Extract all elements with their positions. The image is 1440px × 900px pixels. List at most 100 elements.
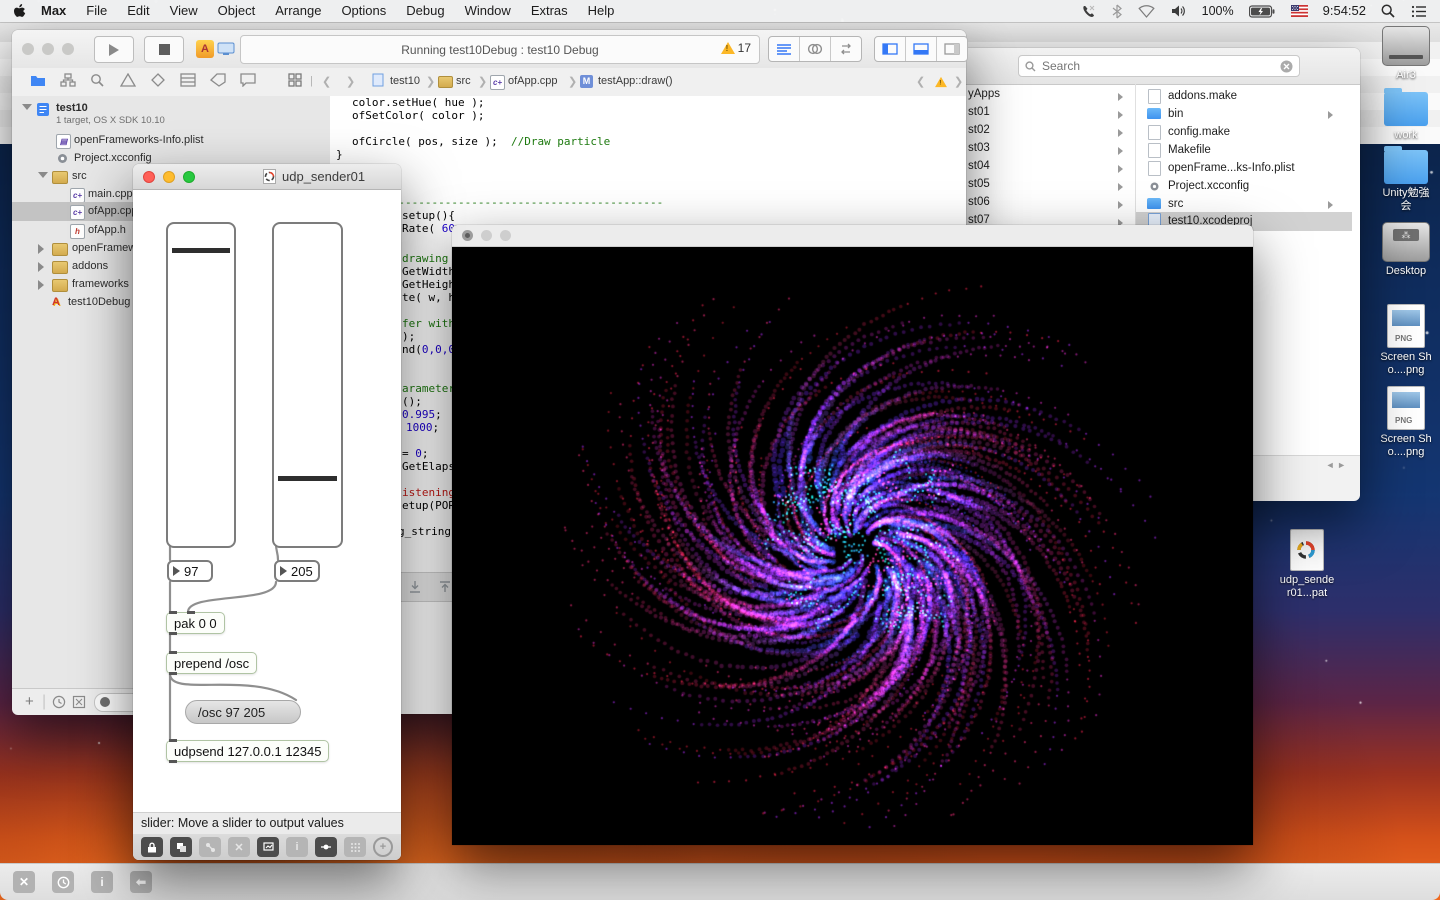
slider-1-knob[interactable] — [172, 248, 230, 253]
menu-options[interactable]: Options — [331, 0, 396, 22]
finder-file-row[interactable]: config.make — [1140, 124, 1352, 142]
inspector-button[interactable]: i — [91, 871, 113, 893]
navigator-project-row[interactable]: test10 1 target, OS X SDK 10.10 — [12, 100, 330, 130]
apple-menu[interactable] — [8, 0, 31, 22]
report-navigator-icon[interactable] — [180, 73, 196, 87]
search-input[interactable] — [1040, 58, 1276, 74]
run-button[interactable] — [94, 36, 134, 63]
view-segmented[interactable] — [874, 36, 968, 62]
jumpbar-symbol[interactable]: testApp::draw() — [598, 75, 673, 87]
minimize-button[interactable] — [42, 43, 54, 55]
close-button[interactable] — [22, 43, 34, 55]
finder-file-row[interactable]: bin — [1140, 106, 1352, 124]
desktop-icon-desktop[interactable]: ⁂ Desktop — [1374, 222, 1438, 278]
finder-column1-row[interactable]: st03 — [968, 142, 1128, 160]
utilities-pane-button[interactable] — [937, 37, 967, 61]
next-issue-button[interactable]: ❯ — [954, 75, 963, 88]
scm-status-icon[interactable] — [72, 695, 86, 709]
connections-icon[interactable] — [315, 837, 337, 857]
zoom-button[interactable] — [62, 43, 74, 55]
menu-arrange[interactable]: Arrange — [265, 0, 331, 22]
project-navigator-icon[interactable] — [30, 73, 46, 87]
disclosure-open-icon[interactable] — [22, 104, 32, 110]
menu-help[interactable]: Help — [578, 0, 625, 22]
slider-1[interactable] — [166, 222, 236, 548]
menu-object[interactable]: Object — [208, 0, 266, 22]
disclosure-closed-icon[interactable] — [38, 244, 44, 254]
minimize-button[interactable] — [163, 171, 175, 183]
navigator-row[interactable]: ▤openFrameworks-Info.plist — [12, 132, 330, 150]
finder-column1-row[interactable]: st02 — [968, 124, 1128, 142]
disclosure-open-icon[interactable] — [38, 172, 48, 178]
recent-files-icon[interactable] — [52, 695, 66, 709]
spotlight-icon[interactable] — [1376, 0, 1400, 22]
scheme-selector[interactable]: A — [196, 36, 236, 61]
add-icon[interactable]: + — [373, 837, 393, 857]
patchcords-icon[interactable] — [199, 837, 221, 857]
clear-search-icon[interactable] — [1280, 60, 1293, 73]
minimize-button[interactable] — [481, 230, 492, 241]
standard-editor-button[interactable] — [769, 37, 800, 61]
history-button[interactable] — [52, 871, 74, 893]
editor-mode-segmented[interactable] — [768, 36, 862, 62]
prepend-object[interactable]: prepend /osc — [166, 652, 257, 674]
menu-view[interactable]: View — [160, 0, 208, 22]
back-button[interactable]: ❮ — [322, 75, 331, 88]
desktop-icon-work[interactable]: work — [1374, 92, 1438, 142]
slider-2[interactable] — [272, 222, 343, 548]
finder-column1-row[interactable]: st06 — [968, 196, 1128, 214]
symbol-navigator-icon[interactable] — [60, 73, 76, 87]
assistant-editor-button[interactable] — [800, 37, 831, 61]
debug-pane-button[interactable] — [906, 37, 937, 61]
find-navigator-icon[interactable] — [90, 73, 105, 87]
related-items-icon[interactable] — [288, 73, 302, 87]
previous-issue-button[interactable]: ❮ — [916, 75, 925, 88]
notification-center-icon[interactable] — [1406, 0, 1432, 22]
battery-icon[interactable] — [1244, 0, 1280, 22]
input-source-flag-icon[interactable] — [1286, 0, 1313, 22]
finder-column1-row[interactable]: yApps — [968, 88, 1128, 106]
wifi-icon[interactable] — [1133, 0, 1160, 22]
finder-file-row[interactable]: Makefile — [1140, 142, 1352, 160]
inspector-icon[interactable]: i — [286, 837, 308, 857]
jumpbar-file[interactable]: ofApp.cpp — [508, 75, 558, 87]
breakpoint-navigator-icon[interactable] — [150, 73, 166, 87]
menu-clock[interactable]: 9:54:52 — [1319, 0, 1370, 22]
finder-column1-row[interactable]: st04 — [968, 160, 1128, 178]
add-button[interactable]: + — [25, 693, 34, 710]
of-window-titlebar[interactable] — [452, 225, 1253, 247]
volume-icon[interactable] — [1166, 0, 1192, 22]
number-box-1[interactable]: 97 — [167, 560, 213, 582]
tag-icon[interactable] — [210, 73, 226, 87]
stop-button[interactable] — [144, 36, 184, 63]
finder-file-row[interactable]: openFrame...ks-Info.plist — [1140, 160, 1352, 178]
warning-icon[interactable] — [935, 77, 947, 87]
close-button[interactable] — [462, 230, 473, 241]
paste-icon[interactable] — [170, 837, 192, 857]
jumpbar-folder[interactable]: src — [456, 75, 471, 87]
desktop-icon-maxpat-file[interactable]: udp_sender01...pat — [1276, 529, 1338, 600]
app-menu[interactable]: Max — [31, 0, 76, 22]
finder-file-row[interactable]: Project.xcconfig — [1140, 178, 1352, 196]
zoom-button[interactable] — [183, 171, 195, 183]
warning-badge[interactable]: 17 — [721, 41, 751, 55]
close-button[interactable] — [143, 171, 155, 183]
phone-icon[interactable] — [1076, 0, 1101, 22]
lock-icon[interactable] — [141, 837, 163, 857]
finder-file-row[interactable]: addons.make — [1140, 88, 1352, 106]
search-field[interactable] — [1018, 55, 1300, 77]
xcode-toolbar[interactable]: A Running test10Debug : test10 Debug 17 — [12, 30, 966, 69]
menu-extras[interactable]: Extras — [521, 0, 578, 22]
presentation-icon[interactable] — [257, 837, 279, 857]
pak-object[interactable]: pak 0 0 — [166, 612, 225, 634]
jumpbar-project[interactable]: test10 — [390, 75, 420, 87]
zoom-button[interactable] — [500, 230, 511, 241]
forward-button[interactable]: ❯ — [346, 75, 355, 88]
desktop-icon-screenshot2[interactable]: PNG Screen Sho....png — [1374, 386, 1438, 459]
disclosure-closed-icon[interactable] — [38, 262, 44, 272]
navigator-pane-button[interactable] — [875, 37, 906, 61]
desktop-icon-screenshot1[interactable]: PNG Screen Sho....png — [1374, 304, 1438, 377]
clear-console-button[interactable]: ✕ — [13, 871, 35, 893]
scroll-arrows[interactable]: ◄ ► — [1326, 460, 1346, 470]
version-editor-button[interactable] — [831, 37, 861, 61]
